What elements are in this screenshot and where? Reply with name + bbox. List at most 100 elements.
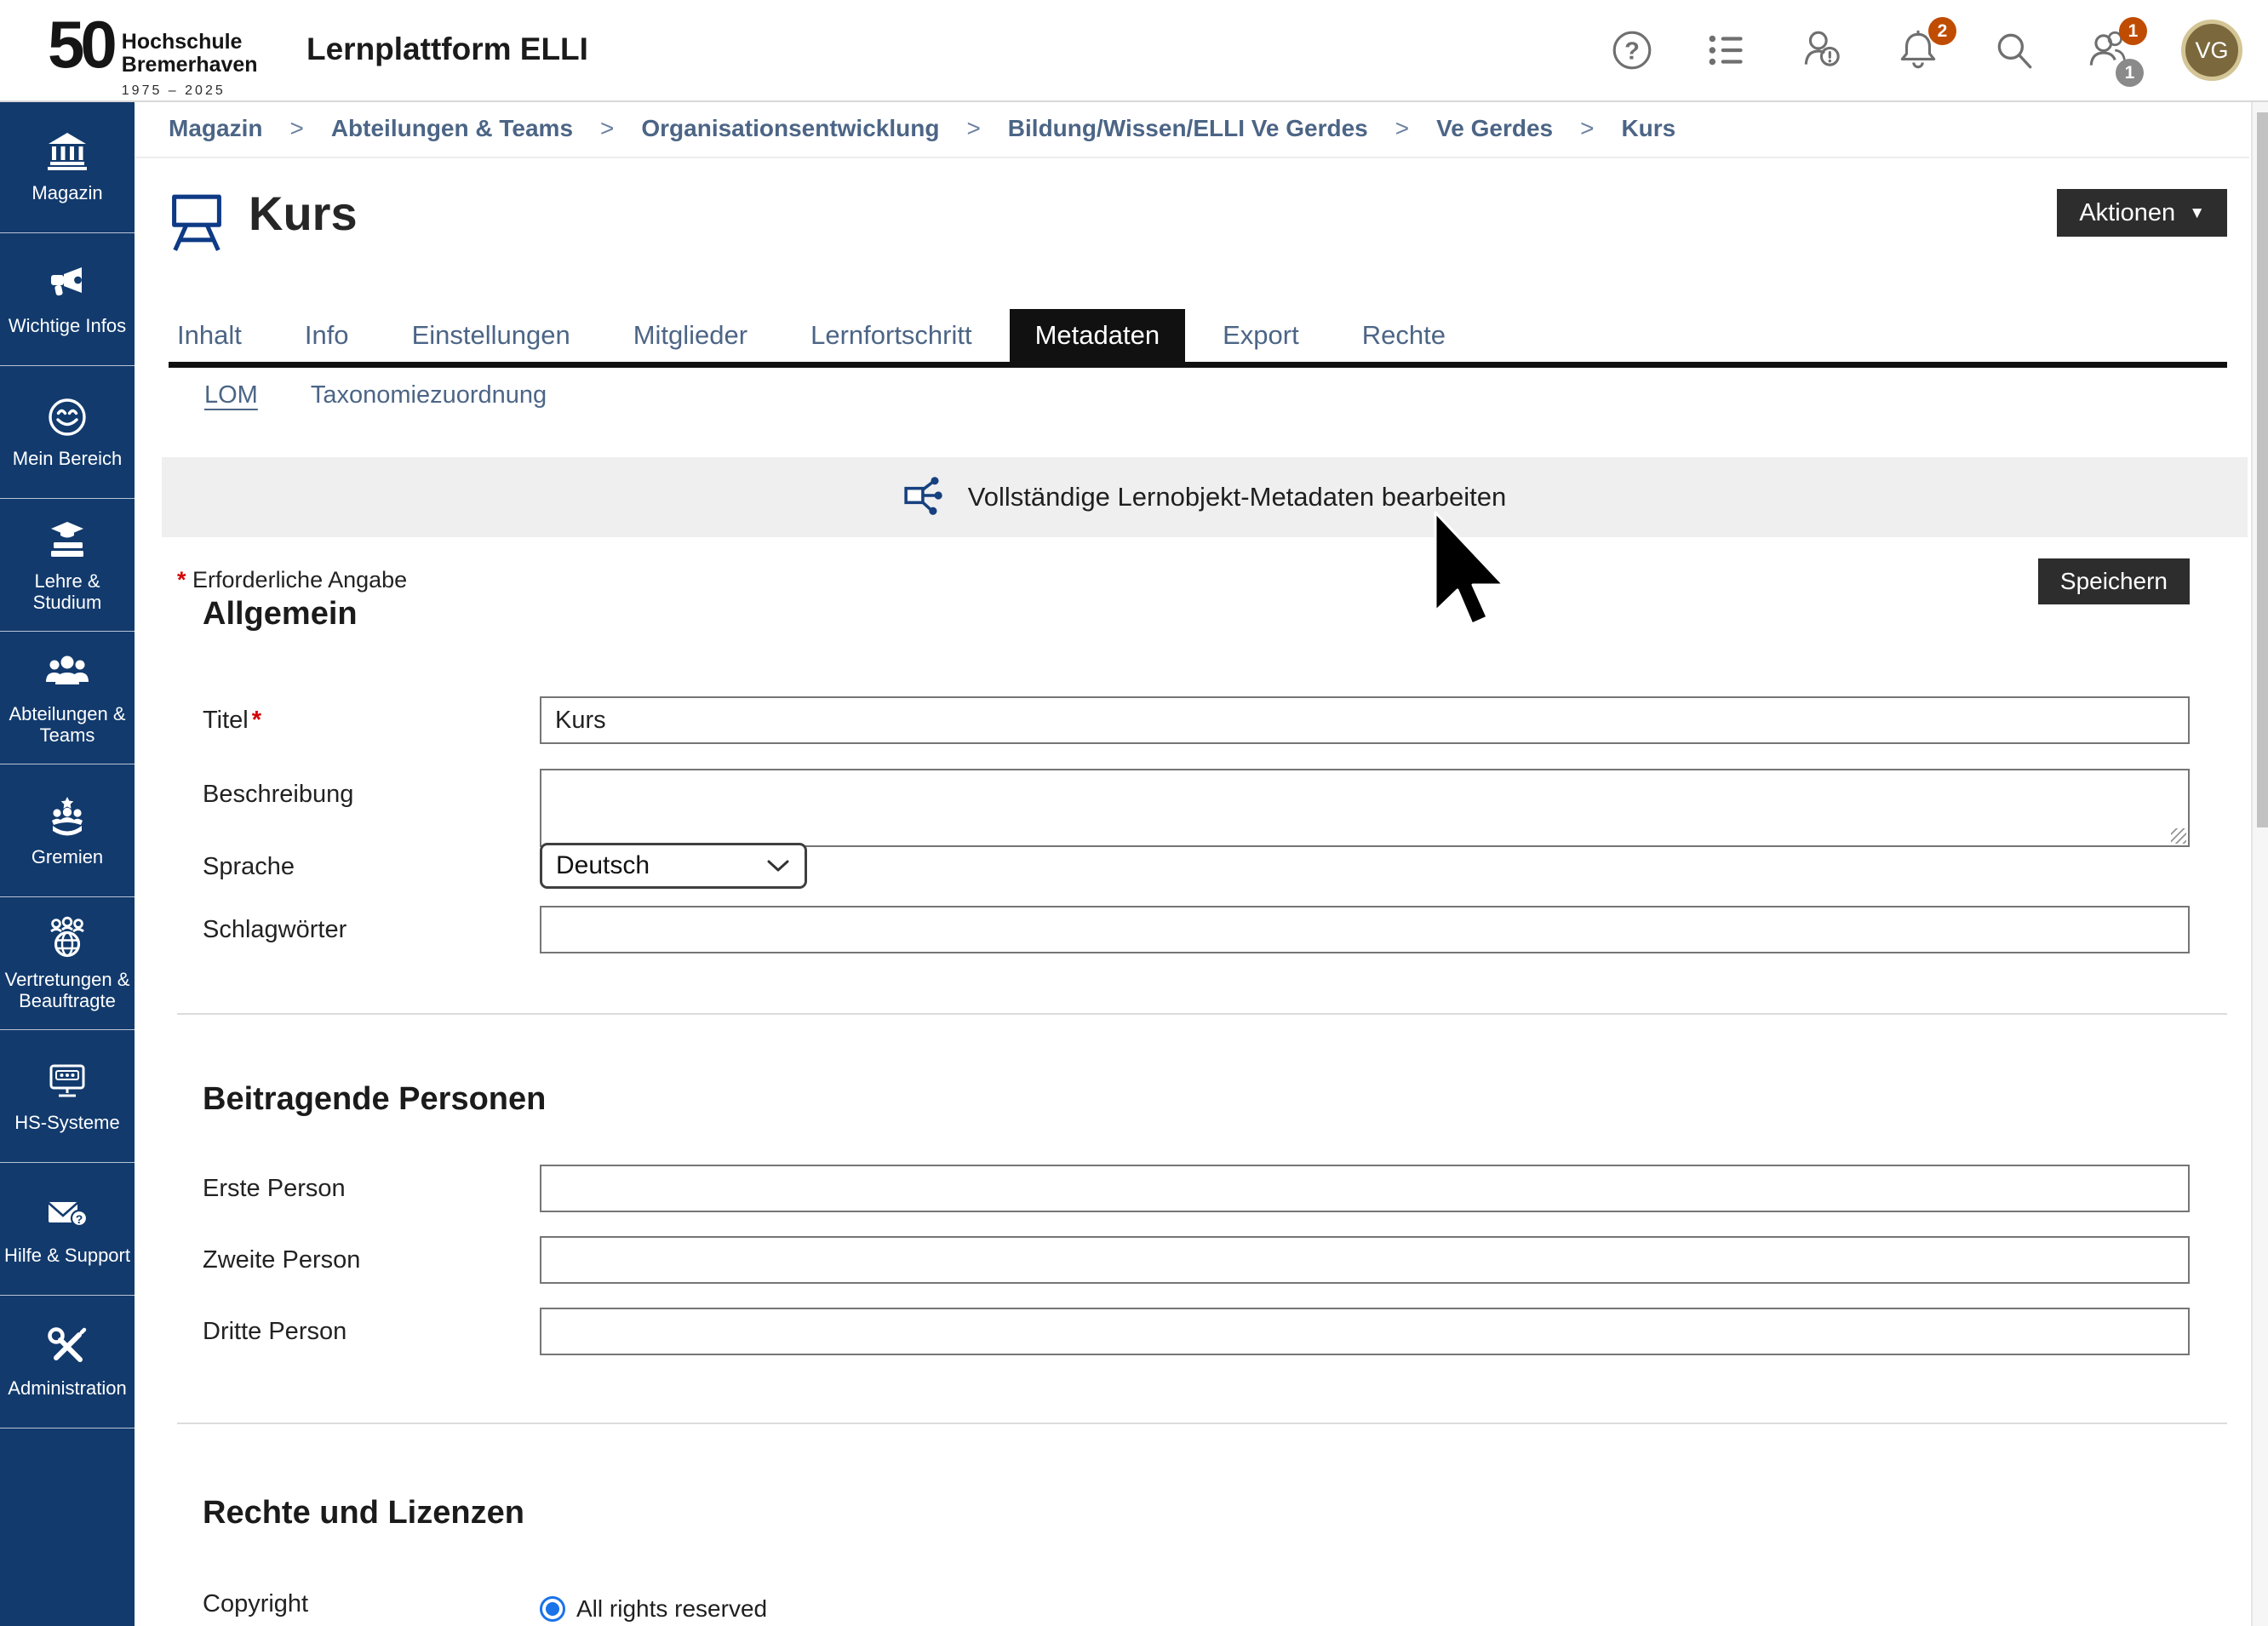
logo-years: 1975 – 2025	[122, 79, 258, 102]
vertical-scrollbar-thumb[interactable]	[2257, 112, 2268, 827]
notifications-bell-icon[interactable]: 2	[1895, 27, 1941, 73]
tab-export[interactable]: Export	[1197, 309, 1325, 362]
mail-help-icon: ?	[45, 1192, 89, 1236]
breadcrumb-separator-icon: >	[289, 115, 303, 142]
required-asterisk: *	[177, 567, 186, 593]
tab-info[interactable]: Info	[279, 309, 375, 362]
required-field-hint: * Erforderliche Angabe	[177, 567, 407, 593]
titel-label-text: Titel	[203, 707, 249, 735]
erste-person-input[interactable]	[540, 1165, 2190, 1212]
breadcrumb-link[interactable]: Magazin	[169, 115, 262, 142]
copyright-label: Copyright	[203, 1580, 308, 1626]
chevron-down-icon: ▼	[2189, 205, 2205, 221]
edit-full-metadata-banner[interactable]: Vollständige Lernobjekt-Metadaten bearbe…	[162, 457, 2248, 537]
sidebar-item-label: Hilfe & Support	[4, 1245, 130, 1266]
breadcrumb-link[interactable]: Ve Gerdes	[1436, 115, 1553, 142]
sidebar-item-hs-systeme[interactable]: HS-Systeme	[0, 1030, 135, 1163]
sidebar-item-label: Vertretungen & Beauftragte	[2, 969, 133, 1011]
sidebar-item-label: Abteilungen & Teams	[2, 703, 133, 746]
section-divider	[177, 1423, 2227, 1424]
who-is-online-icon[interactable]	[1800, 27, 1846, 73]
subtab-taxonomiezuordnung[interactable]: Taxonomiezuordnung	[311, 381, 547, 409]
tab-metadaten[interactable]: Metadaten	[1010, 309, 1186, 362]
copyright-radio-label: All rights reserved	[576, 1595, 767, 1623]
copyright-radio-selected[interactable]	[540, 1596, 565, 1622]
vertical-scrollbar-track[interactable]	[2251, 100, 2268, 1626]
elli-learning-platform-screen: 50 Hochschule Bremerhaven 1975 – 2025 Le…	[0, 0, 2268, 1626]
tab-bar-underline	[169, 362, 2227, 368]
required-asterisk: *	[252, 707, 261, 735]
breadcrumb-link-current[interactable]: Kurs	[1621, 115, 1675, 142]
sidebar-item-label: Administration	[8, 1377, 126, 1399]
titel-input[interactable]	[540, 696, 2190, 744]
actions-button[interactable]: Aktionen ▼	[2057, 189, 2227, 237]
save-button-label: Speichern	[2060, 568, 2168, 595]
dritte-person-label: Dritte Person	[203, 1308, 346, 1355]
schlagwoerter-label: Schlagwörter	[203, 906, 346, 953]
breadcrumb-link[interactable]: Abteilungen & Teams	[331, 115, 573, 142]
section-heading-rechte-lizenzen: Rechte und Lizenzen	[203, 1495, 524, 1532]
sidebar-item-administration[interactable]: Administration	[0, 1296, 135, 1428]
edit-full-metadata-label: Vollständige Lernobjekt-Metadaten bearbe…	[968, 482, 1507, 512]
tab-lernfortschritt[interactable]: Lernfortschritt	[785, 309, 998, 362]
save-button[interactable]: Speichern	[2038, 558, 2190, 604]
sidebar-item-label: Magazin	[32, 182, 102, 203]
breadcrumb-separator-icon: >	[1395, 115, 1409, 142]
sidebar-item-label: Wichtige Infos	[9, 315, 126, 336]
bank-icon	[45, 129, 89, 174]
help-icon[interactable]: ?	[1609, 27, 1655, 73]
beschreibung-label: Beschreibung	[203, 770, 353, 818]
subtab-bar: LOM Taxonomiezuordnung	[204, 381, 547, 409]
sidebar-item-label: Lehre & Studium	[2, 570, 133, 613]
header-icon-strip: ?	[1609, 0, 2242, 100]
metadata-node-icon	[903, 474, 946, 521]
sidebar-item-vertretungen[interactable]: Vertretungen & Beauftragte	[0, 897, 135, 1030]
university-logo[interactable]: 50 Hochschule Bremerhaven 1975 – 2025	[48, 7, 258, 102]
schlagwoerter-input[interactable]	[540, 906, 2190, 953]
contacts-icon[interactable]: 1 1	[2086, 27, 2132, 73]
svg-text:?: ?	[76, 1212, 83, 1226]
erste-person-label: Erste Person	[203, 1165, 346, 1212]
logo-line1: Hochschule	[122, 31, 258, 54]
contacts-badge-new: 1	[2119, 17, 2147, 45]
contacts-badge-total: 1	[2116, 59, 2144, 87]
zweite-person-input[interactable]	[540, 1236, 2190, 1284]
tab-inhalt[interactable]: Inhalt	[152, 309, 267, 362]
section-heading-beitragende-personen: Beitragende Personen	[203, 1081, 546, 1118]
breadcrumb-link[interactable]: Organisationsentwicklung	[641, 115, 939, 142]
bullet-list-icon[interactable]	[1704, 27, 1750, 73]
main-navigation-sidebar: Magazin Wichtige Infos	[0, 100, 135, 1626]
sidebar-item-mein-bereich[interactable]: Mein Bereich	[0, 366, 135, 499]
dritte-person-input[interactable]	[540, 1308, 2190, 1355]
breadcrumb-divider	[135, 157, 2249, 158]
sidebar-item-wichtige-infos[interactable]: Wichtige Infos	[0, 233, 135, 366]
required-hint-label: Erforderliche Angabe	[192, 567, 407, 593]
sidebar-item-abteilungen-teams[interactable]: Abteilungen & Teams	[0, 632, 135, 764]
actions-button-label: Aktionen	[2079, 199, 2175, 227]
tab-einstellungen[interactable]: Einstellungen	[387, 309, 596, 362]
books-icon	[45, 518, 89, 562]
breadcrumb-separator-icon: >	[600, 115, 614, 142]
breadcrumb-separator-icon: >	[966, 115, 980, 142]
breadcrumb-link[interactable]: Bildung/Wissen/ELLI Ve Gerdes	[1008, 115, 1368, 142]
tab-mitglieder[interactable]: Mitglieder	[608, 309, 773, 362]
section-divider	[177, 1013, 2227, 1015]
smiley-icon	[45, 395, 89, 439]
search-icon[interactable]	[1990, 27, 2036, 73]
sidebar-item-magazin[interactable]: Magazin	[0, 100, 135, 233]
globe-people-icon	[45, 916, 89, 960]
language-select[interactable]: Deutsch	[540, 843, 807, 889]
sidebar-item-hilfe-support[interactable]: ? Hilfe & Support	[0, 1163, 135, 1296]
user-avatar[interactable]: VG	[2181, 20, 2242, 81]
sidebar-item-lehre-studium[interactable]: Lehre & Studium	[0, 499, 135, 632]
beschreibung-textarea[interactable]	[540, 769, 2190, 847]
tab-rechte[interactable]: Rechte	[1337, 309, 1471, 362]
svg-text:?: ?	[1624, 37, 1640, 65]
subtab-lom[interactable]: LOM	[204, 381, 258, 409]
sidebar-item-label: Mein Bereich	[13, 448, 122, 469]
copyright-radio-row[interactable]: All rights reserved	[540, 1595, 767, 1623]
sidebar-item-gremien[interactable]: Gremien	[0, 764, 135, 897]
titel-label: Titel*	[203, 696, 261, 744]
breadcrumb: Magazin > Abteilungen & Teams > Organisa…	[169, 100, 1675, 157]
tab-bar: Inhalt Info Einstellungen Mitglieder Ler…	[152, 309, 1471, 362]
